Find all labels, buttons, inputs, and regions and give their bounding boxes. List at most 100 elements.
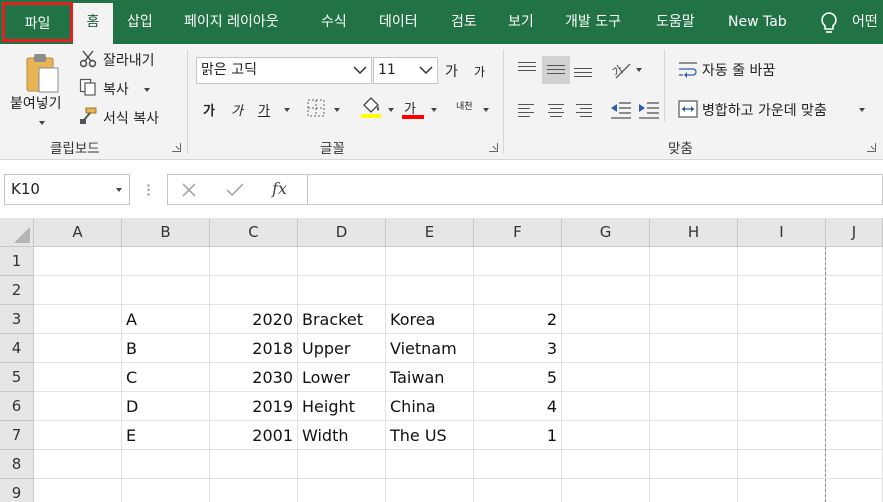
cell-g6[interactable] <box>562 392 650 421</box>
column-header-j[interactable]: J <box>826 218 883 247</box>
cell-h1[interactable] <box>650 247 738 276</box>
cell-d5[interactable]: Lower <box>298 363 386 392</box>
cell-f3[interactable]: 2 <box>474 305 562 334</box>
cell-e4[interactable]: Vietnam <box>386 334 474 363</box>
column-header-f[interactable]: F <box>474 218 562 247</box>
tab-formulas[interactable]: 수식 <box>321 0 347 44</box>
copy-button[interactable]: 복사 <box>103 79 129 99</box>
cell-c5[interactable]: 2030 <box>210 363 298 392</box>
cell-i8[interactable] <box>738 450 826 479</box>
cell-e9[interactable] <box>386 479 474 502</box>
cell-d8[interactable] <box>298 450 386 479</box>
cell-e6[interactable]: China <box>386 392 474 421</box>
cell-i3[interactable] <box>738 305 826 334</box>
orientation-icon[interactable]: 가 <box>610 58 632 80</box>
insert-function-button[interactable]: fx <box>272 179 287 198</box>
row-header-6[interactable]: 6 <box>0 392 34 421</box>
cell-b2[interactable] <box>122 276 210 305</box>
cell-h7[interactable] <box>650 421 738 450</box>
tab-tell-me[interactable]: 어떤 <box>852 0 878 44</box>
increase-indent-icon[interactable] <box>638 100 660 120</box>
cell-g9[interactable] <box>562 479 650 502</box>
align-bottom-icon[interactable] <box>571 58 595 80</box>
shrink-font-button[interactable]: 가 <box>474 63 485 80</box>
row-header-9[interactable]: 9 <box>0 479 34 502</box>
wrap-text-button[interactable]: 자동 줄 바꿈 <box>702 60 775 80</box>
cell-b8[interactable] <box>122 450 210 479</box>
select-all-button[interactable] <box>0 218 34 247</box>
cell-b4[interactable]: B <box>122 334 210 363</box>
cell-i7[interactable] <box>738 421 826 450</box>
cell-h2[interactable] <box>650 276 738 305</box>
cell-g8[interactable] <box>562 450 650 479</box>
tab-insert[interactable]: 삽입 <box>127 0 153 44</box>
cell-i5[interactable] <box>738 363 826 392</box>
tab-developer[interactable]: 개발 도구 <box>565 0 621 44</box>
fill-color-dropdown-caret[interactable] <box>388 108 394 112</box>
paste-icon[interactable] <box>24 52 60 94</box>
cell-j7[interactable] <box>826 421 883 450</box>
cell-b9[interactable] <box>122 479 210 502</box>
resize-handle-icon[interactable] <box>147 184 150 196</box>
chevron-down-icon[interactable] <box>353 64 367 76</box>
cell-f1[interactable] <box>474 247 562 276</box>
cell-a8[interactable] <box>34 450 122 479</box>
cell-i2[interactable] <box>738 276 826 305</box>
cell-e7[interactable]: The US <box>386 421 474 450</box>
cell-d2[interactable] <box>298 276 386 305</box>
cell-c2[interactable] <box>210 276 298 305</box>
scissors-icon[interactable] <box>79 50 97 68</box>
cell-f9[interactable] <box>474 479 562 502</box>
cell-j9[interactable] <box>826 479 883 502</box>
align-middle-icon[interactable] <box>542 56 570 84</box>
column-header-b[interactable]: B <box>122 218 210 247</box>
font-launcher-icon[interactable] <box>489 143 498 152</box>
grow-font-button[interactable]: 가 <box>445 61 458 81</box>
alignment-launcher-icon[interactable] <box>867 143 876 152</box>
align-left-icon[interactable] <box>515 100 539 122</box>
paste-dropdown-caret[interactable] <box>39 121 45 125</box>
cell-g7[interactable] <box>562 421 650 450</box>
cell-h6[interactable] <box>650 392 738 421</box>
cell-d4[interactable]: Upper <box>298 334 386 363</box>
cell-g5[interactable] <box>562 363 650 392</box>
cell-g3[interactable] <box>562 305 650 334</box>
cell-e5[interactable]: Taiwan <box>386 363 474 392</box>
cell-a5[interactable] <box>34 363 122 392</box>
formula-input[interactable] <box>307 174 883 205</box>
row-header-1[interactable]: 1 <box>0 247 34 276</box>
borders-icon[interactable] <box>306 98 326 118</box>
font-size-combo[interactable]: 11 <box>373 57 438 84</box>
copy-icon[interactable] <box>79 78 97 96</box>
column-header-c[interactable]: C <box>210 218 298 247</box>
cell-f7[interactable]: 1 <box>474 421 562 450</box>
cell-c7[interactable]: 2001 <box>210 421 298 450</box>
orientation-dropdown-caret[interactable] <box>636 68 642 72</box>
tab-home[interactable]: 홈 <box>73 3 113 44</box>
align-center-icon[interactable] <box>545 100 569 122</box>
underline-dropdown-caret[interactable] <box>284 108 290 112</box>
enter-check-icon[interactable] <box>226 183 244 197</box>
tab-file[interactable]: 파일 <box>2 2 73 42</box>
cell-i9[interactable] <box>738 479 826 502</box>
copy-dropdown-caret[interactable] <box>144 88 150 92</box>
tab-page-layout[interactable]: 페이지 레이아웃 <box>184 0 279 44</box>
format-painter-button[interactable]: 서식 복사 <box>103 108 159 128</box>
font-color-dropdown-caret[interactable] <box>431 108 437 112</box>
cell-d7[interactable]: Width <box>298 421 386 450</box>
cell-f5[interactable]: 5 <box>474 363 562 392</box>
row-header-2[interactable]: 2 <box>0 276 34 305</box>
wrap-text-icon[interactable] <box>678 60 698 78</box>
lightbulb-icon[interactable] <box>818 11 840 35</box>
font-name-combo[interactable]: 맑은 고딕 <box>196 57 372 84</box>
cell-a6[interactable] <box>34 392 122 421</box>
cell-e8[interactable] <box>386 450 474 479</box>
cell-j6[interactable] <box>826 392 883 421</box>
column-header-h[interactable]: H <box>650 218 738 247</box>
name-box-dropdown-caret[interactable] <box>116 188 122 192</box>
cancel-icon[interactable] <box>182 183 196 197</box>
cut-button[interactable]: 잘라내기 <box>103 50 155 70</box>
row-header-4[interactable]: 4 <box>0 334 34 363</box>
phonetic-guide-button[interactable]: 내천 <box>456 99 473 112</box>
cell-a1[interactable] <box>34 247 122 276</box>
